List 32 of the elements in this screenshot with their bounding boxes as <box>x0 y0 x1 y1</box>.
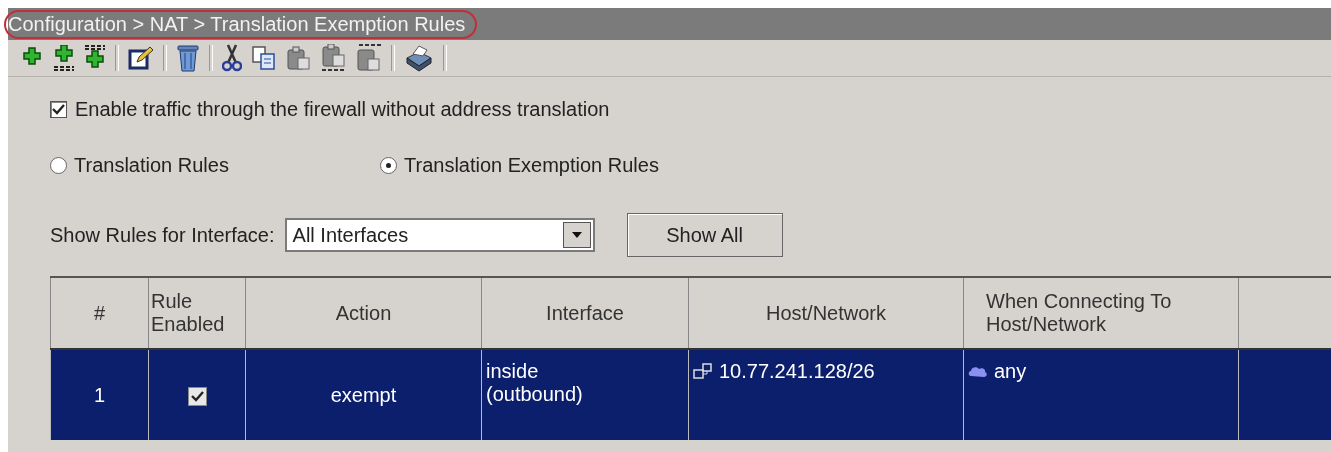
column-header[interactable]: Action <box>245 277 482 349</box>
radio-button[interactable] <box>380 157 397 174</box>
network-icon <box>693 361 713 382</box>
column-header[interactable]: When Connecting To Host/Network <box>963 277 1239 349</box>
show-all-button[interactable]: Show All <box>626 213 783 257</box>
radio-label: Translation Exemption Rules <box>404 154 659 177</box>
column-header[interactable]: Interface <box>481 277 689 349</box>
paste-before-icon[interactable] <box>356 44 382 72</box>
rule-enabled-checkbox[interactable] <box>187 386 207 406</box>
filter-label: Show Rules for Interface: <box>50 223 275 247</box>
column-header[interactable]: Rule Enabled <box>148 277 246 349</box>
table-cell: inside (outbound) <box>481 349 689 440</box>
paste-icon[interactable] <box>286 45 312 71</box>
column-header[interactable]: Host/Network <box>688 277 964 349</box>
insert-after-icon[interactable] <box>53 45 75 71</box>
table-cell: 1 <box>50 349 149 440</box>
radio-button[interactable] <box>50 157 67 174</box>
enable-checkbox[interactable] <box>50 101 67 118</box>
enable-label: Enable traffic through the firewall without address translation <box>75 98 610 121</box>
paste-after-icon[interactable] <box>321 44 347 72</box>
scissors-icon[interactable] <box>222 44 242 72</box>
insert-before-icon[interactable] <box>84 45 106 71</box>
trash-icon[interactable] <box>176 44 200 72</box>
table-cell: exempt <box>245 349 482 440</box>
printer-icon[interactable] <box>404 44 434 72</box>
column-header[interactable]: # <box>50 277 149 349</box>
copy-icon[interactable] <box>251 45 277 71</box>
radio-label: Translation Rules <box>74 154 229 177</box>
table-cell: 10.77.241.128/26 <box>719 360 875 383</box>
table-cell: any <box>994 360 1027 383</box>
interface-dropdown[interactable]: All Interfaces <box>284 218 595 252</box>
breadcrumb: Configuration > NAT > Translation Exemption Rules <box>4 9 478 39</box>
